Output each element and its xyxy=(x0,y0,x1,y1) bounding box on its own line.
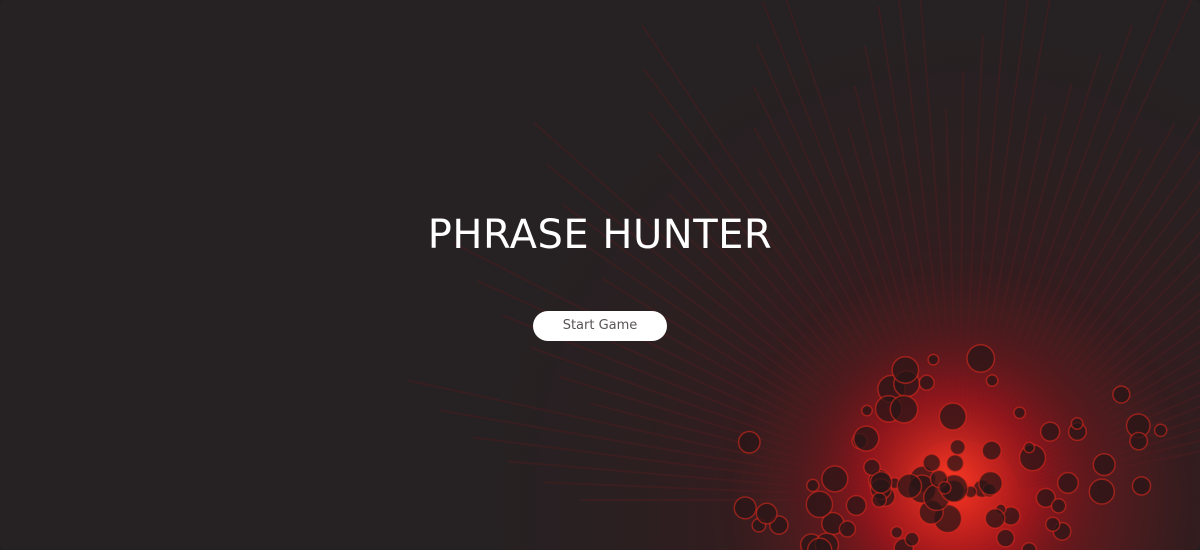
start-game-button[interactable]: Start Game xyxy=(533,311,667,341)
game-title: PHRASE HUNTER xyxy=(427,212,773,258)
start-screen: PHRASE HUNTER Start Game xyxy=(0,0,1200,550)
content-overlay: PHRASE HUNTER Start Game xyxy=(0,0,1200,550)
